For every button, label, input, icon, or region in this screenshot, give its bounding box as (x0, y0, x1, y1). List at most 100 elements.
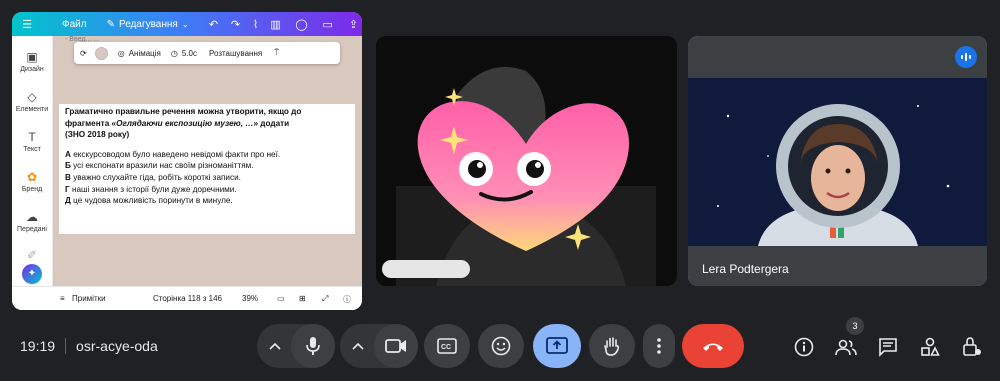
meeting-info: 19:19 osr-acye-oda (20, 338, 158, 354)
participant-name: Lera Podtergera (702, 262, 789, 276)
undo-icon[interactable]: ↶ (207, 18, 221, 31)
uploads-icon: ☁ (26, 210, 38, 224)
microphone-icon (306, 337, 320, 355)
shapes-icon: ◇ (27, 90, 37, 104)
menu-icon[interactable]: ☰ (20, 18, 34, 31)
people-icon (835, 339, 857, 356)
meeting-code: osr-acye-oda (76, 338, 158, 354)
sidebar-item-draw[interactable]: ✐ (12, 248, 52, 264)
answer-option: Г наші знання з історії були дуже доречн… (65, 184, 237, 194)
host-lock-icon (963, 337, 981, 356)
answer-option: А екскурсоводом було наведено невідомі ф… (65, 149, 281, 159)
help-icon[interactable]: ⓘ (343, 294, 351, 305)
share-icon[interactable]: ⇪ (347, 18, 361, 31)
grid-view-icon[interactable]: ▭ (277, 294, 285, 303)
svg-text:CC: CC (441, 344, 451, 351)
context-toolbar: ⟳ ◎ Анімація ◷ 5.0с Розташування ⍑ (74, 42, 340, 64)
present-screen-button[interactable] (533, 324, 581, 368)
canva-header: ☰ Файл ✎ Редагування ⌄ ↶ ↷ ⌇ ▥ ◯ ▭ ⇪ (12, 12, 362, 36)
question-line-1: Граматично правильне речення можна утвор… (65, 107, 302, 116)
meeting-time: 19:19 (20, 338, 56, 354)
more-options-button[interactable] (643, 324, 675, 368)
camera-options-chevron-icon[interactable] (343, 324, 373, 368)
sidebar-item-label: Передані (17, 226, 47, 233)
color-swatch[interactable] (94, 46, 108, 60)
canva-status-bar: ≡ Примітки Сторінка 118 з 146 39% ▭ ⊞ ⤢ … (12, 286, 362, 310)
activities-icon (921, 337, 940, 356)
chevron-down-icon[interactable]: ⌄ (182, 20, 189, 29)
sidebar-item-design[interactable]: ▣ Дизайн (12, 50, 52, 73)
mic-options-chevron-icon[interactable] (260, 324, 290, 368)
redo-icon[interactable]: ↷ (229, 18, 243, 31)
menu-edit[interactable]: Редагування (119, 19, 178, 30)
shared-screen-tile[interactable]: ☰ Файл ✎ Редагування ⌄ ↶ ↷ ⌇ ▥ ◯ ▭ ⇪ ▣ Д… (12, 12, 362, 310)
chat-icon (879, 338, 897, 357)
sidebar-item-label: Текст (23, 146, 41, 153)
magic-button[interactable]: ✦ (22, 264, 42, 284)
edit-pencil-icon[interactable]: ✎ (107, 19, 115, 30)
end-call-button[interactable] (682, 324, 744, 368)
menu-file[interactable]: Файл (62, 19, 87, 30)
people-button[interactable] (833, 334, 859, 360)
sync-icon[interactable]: ⌇ (249, 18, 263, 31)
pages-icon[interactable]: ⊞ (299, 294, 306, 303)
animation-button[interactable]: Анімація (129, 49, 161, 58)
question-line-2: фрагмента «Оглядаючи експозицію музею, …… (65, 118, 290, 128)
activities-button[interactable] (917, 334, 943, 360)
page-indicator[interactable]: Сторінка 118 з 146 (153, 294, 222, 303)
sidebar-item-label: Бренд (21, 186, 43, 193)
reactions-button[interactable] (478, 324, 524, 368)
sidebar-item-label: Елементи (15, 106, 49, 113)
chat-button[interactable] (875, 334, 901, 360)
zoom-level[interactable]: 39% (242, 294, 258, 303)
sidebar-item-text[interactable]: T Текст (12, 130, 52, 153)
captions-icon: CC (437, 338, 457, 354)
participant-tile-active[interactable]: Lera Podtergera (688, 36, 987, 286)
chart-icon[interactable]: ▥ (269, 18, 283, 31)
participant-video (688, 36, 987, 286)
answer-option: Д це чудова можливість поринути в минуле… (65, 196, 233, 206)
duration-button[interactable]: 5.0с (182, 49, 197, 58)
notes-icon[interactable]: ≡ (60, 294, 65, 303)
sidebar-item-uploads[interactable]: ☁ Передані (12, 210, 52, 233)
comment-icon[interactable]: ◯ (295, 18, 309, 31)
answer-option: В уважно слухайте гіда, робіть короткі з… (65, 172, 241, 182)
question-line-3: (ЗНО 2018 року) (65, 130, 130, 140)
text-icon: T (28, 130, 36, 144)
paint-roller-icon[interactable]: ⍑ (274, 48, 279, 58)
host-controls-button[interactable] (959, 334, 985, 360)
fullscreen-icon[interactable]: ⤢ (322, 294, 328, 304)
clock-icon: ◷ (170, 48, 178, 58)
present-screen-icon (546, 337, 568, 354)
raise-hand-icon (604, 337, 620, 356)
present-icon[interactable]: ▭ (321, 18, 335, 31)
brand-icon: ✿ (26, 170, 38, 184)
animation-icon: ◎ (117, 48, 125, 58)
arrange-button[interactable]: Розташування (209, 49, 262, 58)
notes-button[interactable]: Примітки (72, 294, 106, 303)
info-icon (794, 337, 814, 357)
sidebar-item-label: Дизайн (20, 66, 44, 73)
captions-button[interactable]: CC (424, 324, 470, 368)
draw-icon: ✐ (26, 248, 38, 262)
more-vert-icon (657, 338, 661, 354)
refresh-icon[interactable]: ⟳ (80, 49, 87, 58)
microphone-button[interactable] (291, 324, 335, 368)
meeting-details-button[interactable] (791, 334, 817, 360)
name-label-blurred (382, 260, 470, 278)
camera-icon (385, 339, 406, 353)
speaking-indicator-icon (955, 46, 977, 68)
end-call-icon (703, 343, 723, 351)
canva-sidebar: ▣ Дизайн ◇ Елементи T Текст ✿ Бренд ☁ Пе… (12, 36, 53, 286)
participant-video (376, 36, 677, 286)
sidebar-item-brand[interactable]: ✿ Бренд (12, 170, 52, 193)
raise-hand-button[interactable] (589, 324, 635, 368)
layout-icon: ▣ (26, 50, 38, 64)
camera-button[interactable] (374, 324, 418, 368)
people-count-badge: 3 (846, 317, 864, 335)
slide-content[interactable]: Граматично правильне речення можна утвор… (59, 104, 355, 234)
emoji-icon (491, 336, 511, 356)
participant-tile[interactable] (376, 36, 677, 286)
sidebar-item-elements[interactable]: ◇ Елементи (12, 90, 52, 113)
answer-option: Б усі експонати вразили нас своїм різном… (65, 161, 254, 171)
